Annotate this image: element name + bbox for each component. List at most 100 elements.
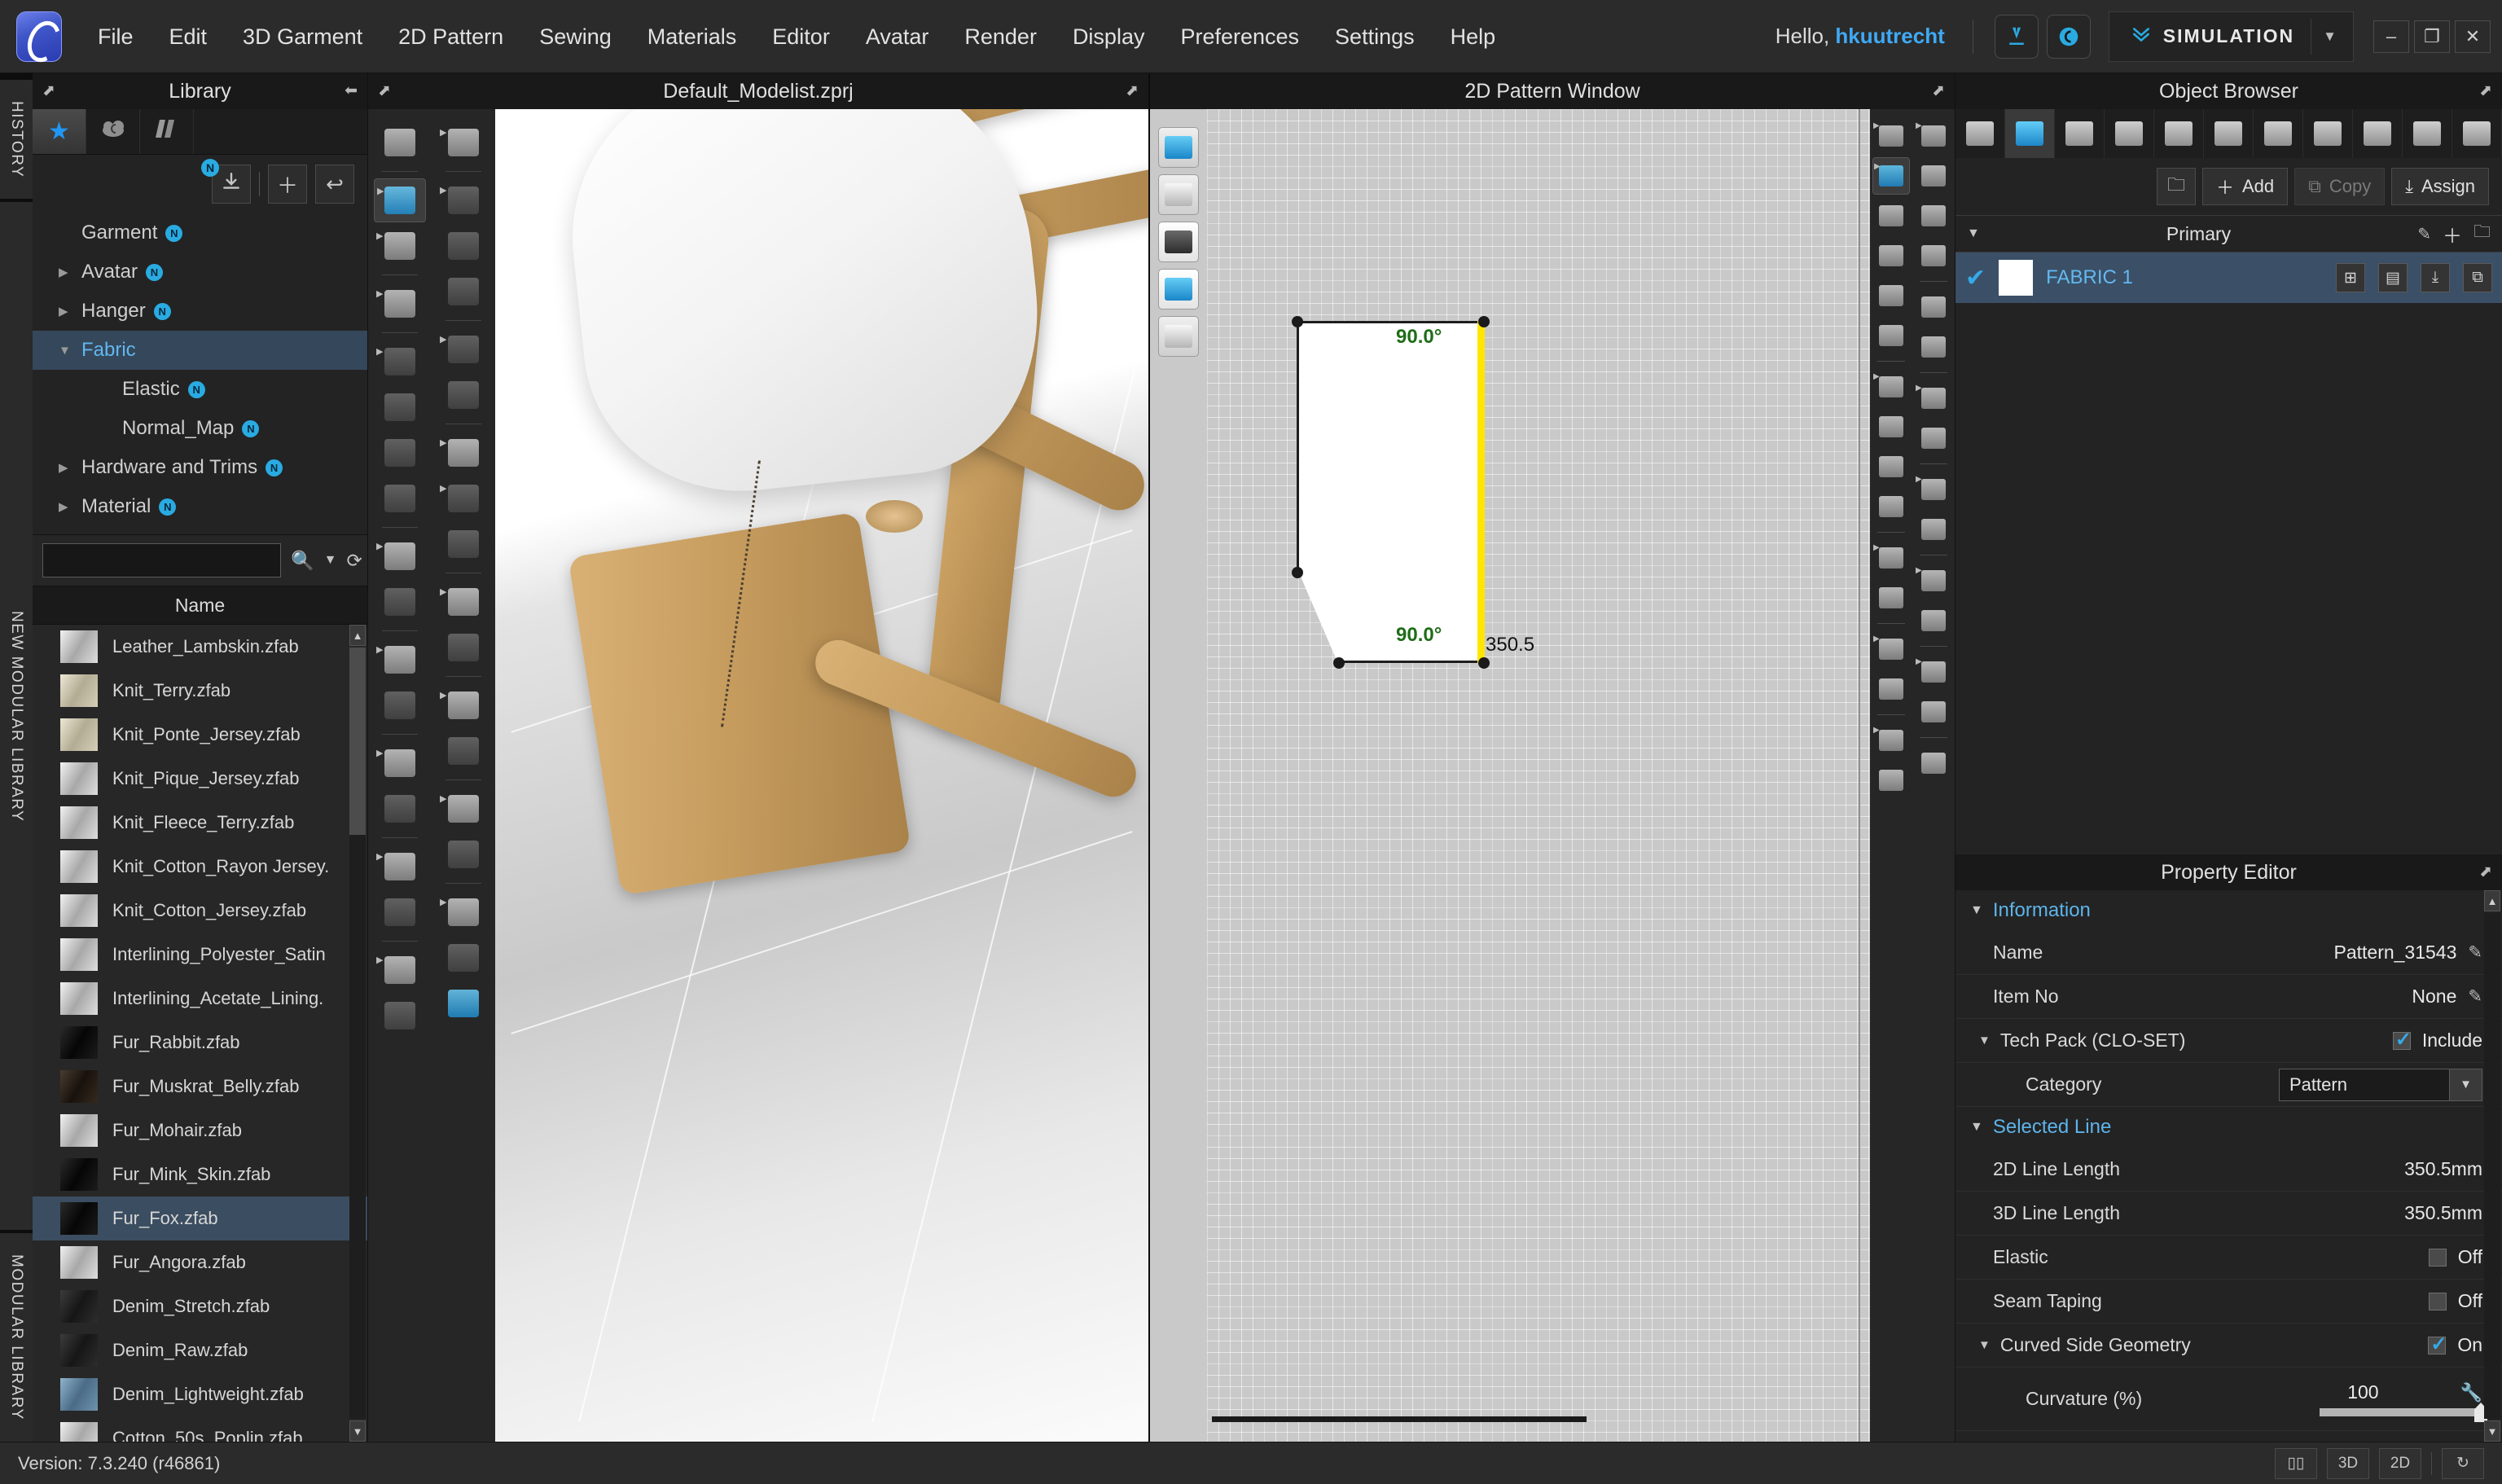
fabric-list-item[interactable]: Fur_Fox.zfab	[33, 1196, 367, 1240]
caret-right-icon[interactable]: ▶	[59, 304, 73, 318]
show-info-toggle[interactable]	[1158, 222, 1199, 262]
fabric-list-item[interactable]: Knit_Terry.zfab	[33, 669, 367, 713]
texture-tool[interactable]: ▶	[437, 431, 489, 475]
property-section-selected-line[interactable]: ▼ Selected Line	[1956, 1107, 2502, 1148]
create-rectangle-tool[interactable]	[1872, 317, 1910, 354]
horizontal-scrollbar[interactable]	[1212, 1416, 1587, 1422]
caret-down-icon[interactable]: ▼	[324, 553, 337, 568]
fabric-list-item[interactable]: ✔ FABRIC 1 ⊞ ▤ ⤓ ⧉	[1956, 252, 2502, 303]
library-tree-item-hanger[interactable]: ▶ Hanger N	[33, 292, 367, 331]
caret-down-icon[interactable]: ▼	[59, 344, 73, 358]
fabric-visibility-checkbox[interactable]: ✔	[1965, 264, 1986, 292]
pleat-tool[interactable]: ▶	[1872, 539, 1910, 577]
search-icon[interactable]: 🔍	[291, 550, 314, 572]
scroll-down-button[interactable]: ▼	[349, 1420, 366, 1442]
property-value[interactable]: Pattern_31543	[2333, 942, 2456, 964]
trace-tool[interactable]	[1872, 488, 1910, 525]
fabric-icon[interactable]: ▤	[2378, 263, 2408, 292]
print-tool[interactable]: ▶	[437, 476, 489, 520]
caret-right-icon[interactable]: ▶	[59, 499, 73, 514]
auto-sewing-tool[interactable]	[374, 476, 426, 520]
segment-length-tool[interactable]	[1915, 157, 1952, 195]
fabric-list-item[interactable]: Knit_Fleece_Terry.zfab	[33, 801, 367, 845]
button-2d-tool[interactable]: ▶	[1915, 380, 1952, 417]
caret-down-icon[interactable]: ▼	[1967, 226, 1980, 241]
import-tool[interactable]	[374, 121, 426, 165]
button-tool[interactable]: ▶	[374, 845, 426, 889]
property-checkbox[interactable]	[2392, 1028, 2412, 1052]
fabric-list-item[interactable]: Knit_Cotton_Rayon Jersey.	[33, 845, 367, 889]
caret-down-icon[interactable]: ▼	[1978, 1034, 1991, 1047]
swatch-tab[interactable]	[140, 109, 194, 154]
menu-avatar[interactable]: Avatar	[848, 0, 947, 73]
elastic-tab[interactable]	[2254, 109, 2303, 158]
menu-3d-garment[interactable]: 3D Garment	[225, 0, 380, 73]
internal-line-tool[interactable]	[1872, 408, 1910, 446]
garment-tool[interactable]: ▶	[374, 282, 426, 326]
print-layout-tool[interactable]: ▶	[1915, 562, 1952, 599]
closet-tab[interactable]	[86, 109, 140, 154]
fabric-color-swatch[interactable]	[1999, 260, 2034, 296]
trim-tab[interactable]	[2303, 109, 2353, 158]
menu-help[interactable]: Help	[1433, 0, 1514, 73]
list-tab[interactable]	[1956, 109, 2005, 158]
search-tool[interactable]	[1915, 237, 1952, 274]
internal-polygon-tool[interactable]: ▶	[1872, 368, 1910, 406]
walk-tool[interactable]: ▶	[437, 121, 489, 165]
fabric-list-item[interactable]: Fur_Rabbit.zfab	[33, 1021, 367, 1065]
curvature-slider[interactable]	[2320, 1403, 2487, 1422]
buttonhole-tool[interactable]	[374, 890, 426, 934]
caret-down-icon[interactable]: ▼	[1970, 1120, 1983, 1135]
rail-tab-new-modular-library[interactable]: NEW MODULAR LIBRARY	[0, 202, 33, 1231]
free-sewing-tool[interactable]	[374, 431, 426, 475]
copy-button[interactable]: ⧉ Copy	[2294, 168, 2386, 205]
popout-icon-right[interactable]: ⬈	[1126, 81, 1139, 100]
symmetric-tool[interactable]: ▶	[1915, 653, 1952, 691]
fabric-file-list[interactable]: Leather_Lambskin.zfab Knit_Terry.zfab Knit…	[33, 625, 367, 1442]
measure-2d-tool[interactable]	[1872, 670, 1910, 708]
fabric-list-item[interactable]: Knit_Pique_Jersey.zfab	[33, 757, 367, 801]
closet-upload-icon[interactable]	[1994, 14, 2039, 59]
scroll-track[interactable]	[2484, 913, 2500, 1419]
texture-2d-tool[interactable]: ▶	[1872, 722, 1910, 759]
add-button[interactable]: ＋ Add	[2201, 168, 2289, 205]
scissor-tool[interactable]: ▶	[437, 787, 489, 831]
grain-line-tool[interactable]: ▶	[1915, 471, 1952, 508]
library-tree-item-elastic[interactable]: Elastic N	[33, 370, 367, 409]
library-tree-item-garment[interactable]: Garment N	[33, 213, 367, 252]
simulation-button[interactable]: SIMULATION	[2114, 12, 2311, 61]
library-tree-item-material[interactable]: ▶ Material N	[33, 487, 367, 526]
popout-icon[interactable]: ⬈	[2479, 863, 2492, 881]
menu-display[interactable]: Display	[1055, 0, 1163, 73]
iron-tool[interactable]	[1915, 693, 1952, 731]
fabric-list-item[interactable]: Denim_Raw.zfab	[33, 1328, 367, 1372]
fabric-list-item[interactable]: Fur_Mohair.zfab	[33, 1109, 367, 1153]
erase-tool[interactable]	[437, 729, 489, 773]
scroll-thumb[interactable]	[349, 648, 366, 835]
zipper-tool[interactable]	[374, 787, 426, 831]
topstitch-tool[interactable]: ▶	[374, 948, 426, 992]
property-dropdown[interactable]: Pattern ▼	[2279, 1068, 2482, 1101]
measure-tool[interactable]: ▶	[374, 638, 426, 682]
scroll-left[interactable]	[2403, 109, 2452, 158]
property-checkbox[interactable]	[2428, 1248, 2447, 1267]
pattern-point[interactable]	[1333, 657, 1345, 669]
baseline-tool[interactable]	[1872, 762, 1910, 799]
offset-tool[interactable]	[1872, 448, 1910, 485]
property-checkbox[interactable]	[2428, 1292, 2447, 1311]
plus-icon[interactable]: ＋	[2443, 220, 2462, 248]
menu-sewing[interactable]: Sewing	[521, 0, 630, 73]
circumference-tool[interactable]	[374, 683, 426, 727]
menu-preferences[interactable]: Preferences	[1162, 0, 1317, 73]
popout-icon[interactable]: ⬈	[42, 81, 55, 100]
popout-icon[interactable]: ⬈	[2479, 81, 2492, 100]
caret-right-icon[interactable]: ▶	[59, 460, 73, 475]
file-list-scrollbar[interactable]: ▲ ▼	[349, 625, 366, 1442]
notch-tool[interactable]	[1915, 511, 1952, 548]
close-button[interactable]: ✕	[2455, 20, 2491, 53]
library-tree-item-normal-map[interactable]: Normal_Map N	[33, 409, 367, 448]
create-polygon-tool[interactable]	[1872, 277, 1910, 314]
scroll-right[interactable]	[2452, 109, 2502, 158]
download-icon[interactable]: ⤓	[2421, 263, 2450, 292]
reset-view-button[interactable]: ↻	[2442, 1447, 2484, 1479]
